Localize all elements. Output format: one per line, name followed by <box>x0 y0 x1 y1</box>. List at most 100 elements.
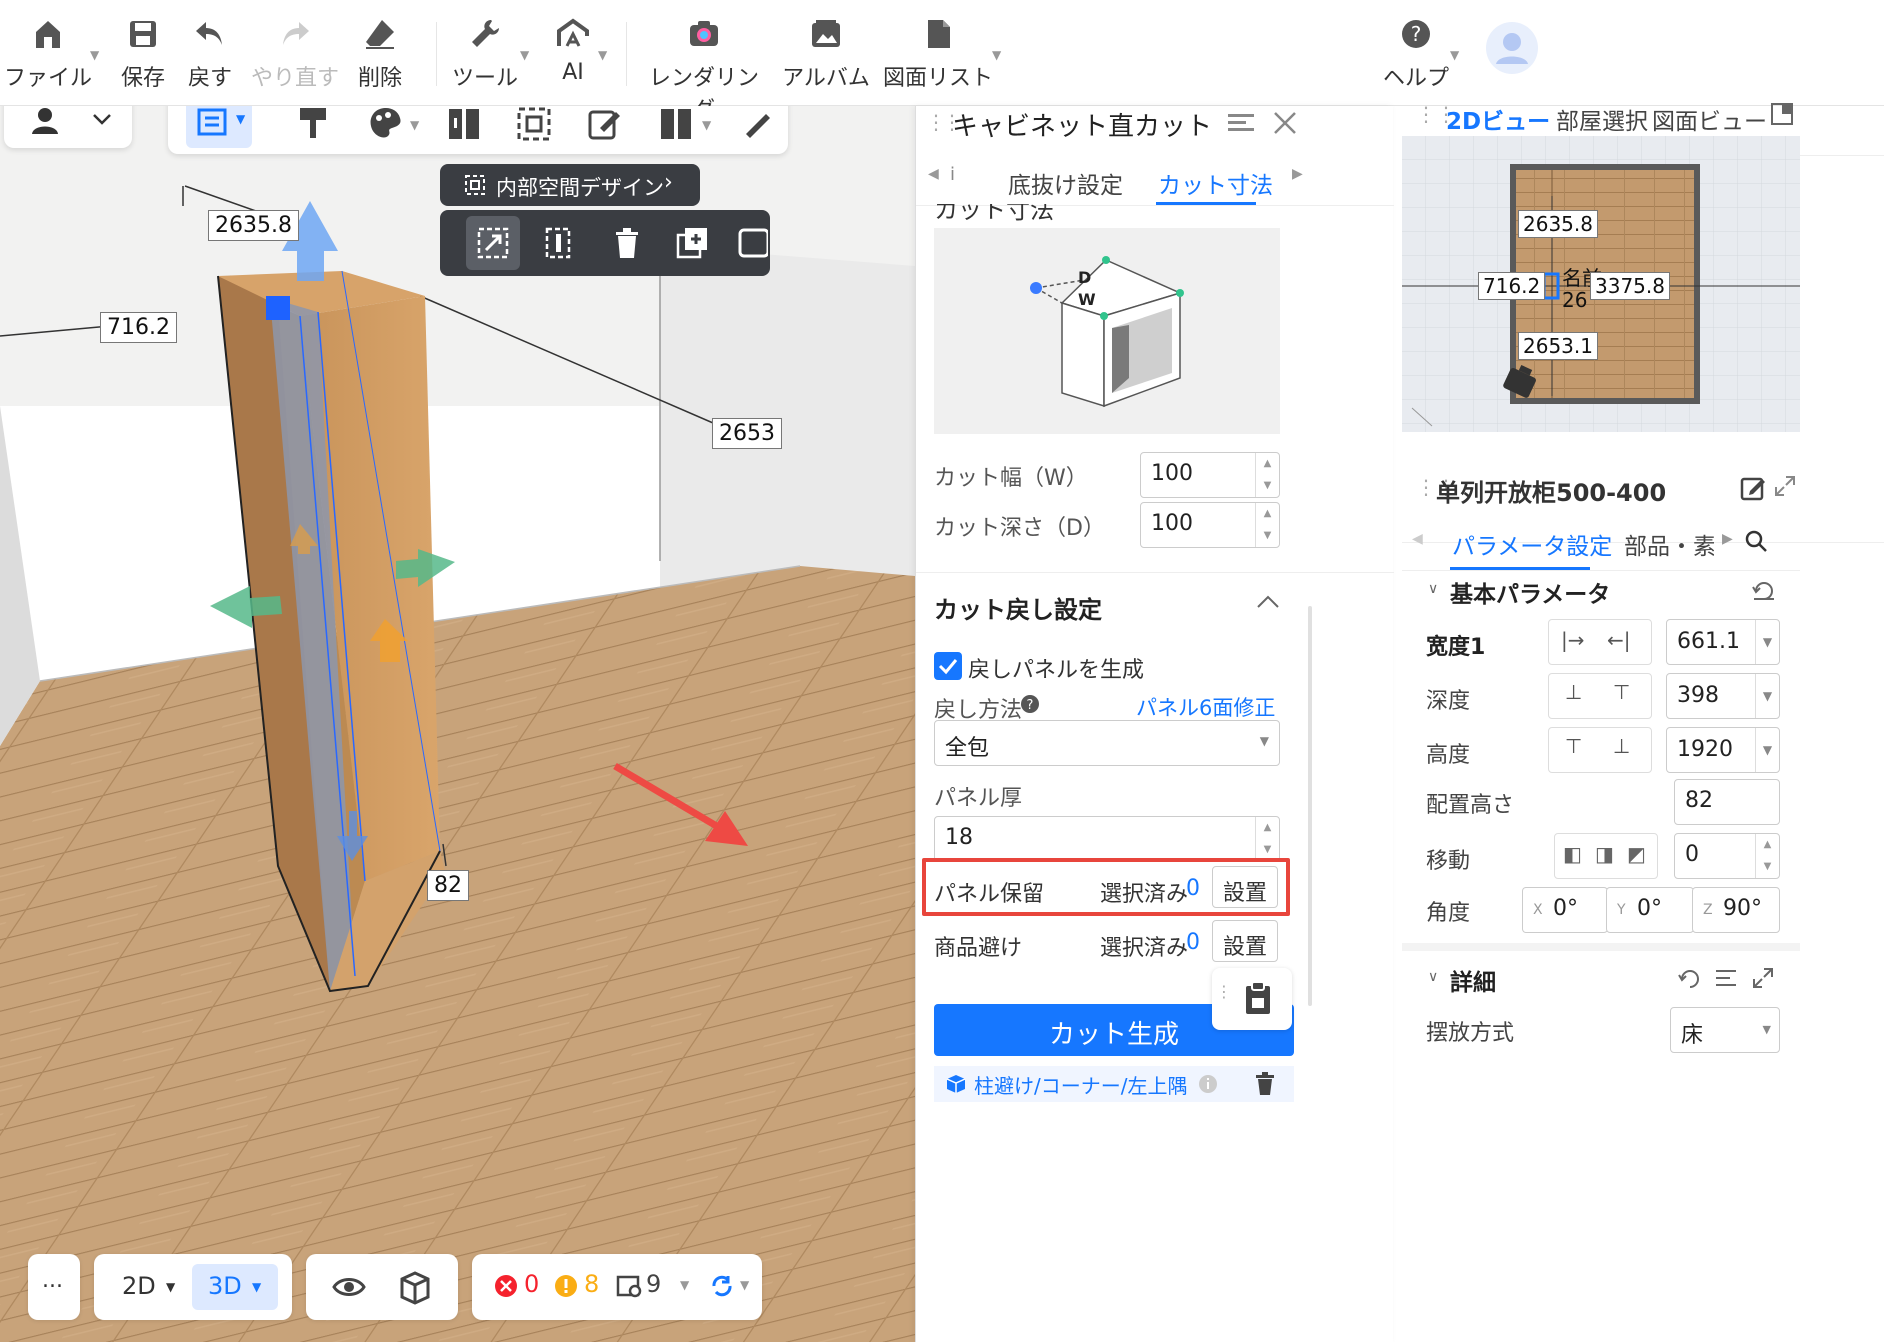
edit-icon[interactable] <box>1740 475 1766 501</box>
move-x-icon[interactable]: ◧ <box>1563 842 1582 866</box>
height-bottom-icon[interactable]: ⊥ <box>1613 734 1630 758</box>
close-icon[interactable] <box>1272 110 1298 136</box>
door-panel-icon[interactable] <box>656 106 696 144</box>
dim-label-top[interactable]: 2635.8 <box>208 210 299 241</box>
collapse-panel-icon[interactable] <box>1226 110 1256 134</box>
view-3d-button[interactable]: 3D ▼ <box>192 1264 278 1310</box>
search-icon[interactable] <box>1744 529 1768 553</box>
cut-depth-stepper[interactable]: ▲ ▼ <box>1255 503 1279 547</box>
help-circle-icon[interactable]: ? <box>1020 694 1040 714</box>
clipboard-float-button[interactable]: ⋮ <box>1212 968 1292 1030</box>
move-input[interactable]: 0 ▲ ▼ <box>1674 833 1780 879</box>
menu-ai[interactable]: AI <box>523 8 623 98</box>
2d-dim-left[interactable]: 716.2 <box>1478 272 1546 300</box>
angle-z-input[interactable]: Z 90° <box>1692 887 1780 933</box>
return-method-select[interactable]: 全包 ▼ <box>934 720 1280 766</box>
more-options-button[interactable]: ... <box>28 1254 80 1320</box>
item-list-icon[interactable] <box>616 1274 642 1298</box>
placement-select[interactable]: 床 ▼ <box>1670 1007 1780 1053</box>
height-select[interactable]: 1920 ▼ <box>1666 727 1780 773</box>
frame-select-icon[interactable] <box>514 106 554 144</box>
panel-thickness-input[interactable]: 18 ▲ ▼ <box>934 816 1280 862</box>
tab-cut-dimension[interactable]: カット寸法 <box>1158 166 1273 200</box>
menu-file[interactable]: ファイル <box>0 8 98 98</box>
tab-drawing-view[interactable]: 図面ビュー <box>1652 102 1767 136</box>
detail-expand-icon[interactable] <box>1752 967 1774 989</box>
cut-width-stepper[interactable]: ▲ ▼ <box>1255 453 1279 497</box>
footer-link[interactable]: 柱避け/コーナー/左上隅 <box>974 1070 1187 1099</box>
error-icon[interactable] <box>494 1274 518 1298</box>
tab-room-select[interactable]: 部屋選択 <box>1556 102 1648 136</box>
expand-icon[interactable] <box>1774 475 1796 497</box>
depth-select[interactable]: 398 ▼ <box>1666 673 1780 719</box>
place-height-input[interactable]: 82 <box>1674 779 1780 825</box>
detail-list-icon[interactable] <box>1714 967 1738 989</box>
generate-panel-checkbox[interactable] <box>934 652 962 680</box>
height-top-icon[interactable]: ⊤ <box>1565 734 1582 758</box>
cube-view-icon[interactable] <box>738 226 768 260</box>
info-icon[interactable] <box>1198 1074 1218 1094</box>
tab-scroll-right-icon[interactable]: ▶ <box>1292 166 1303 182</box>
sync-caret-icon[interactable]: ▼ <box>740 1278 749 1292</box>
props-tab-right-icon[interactable]: ▶ <box>1722 531 1733 547</box>
drawing-caret-icon[interactable]: ▼ <box>992 48 1001 62</box>
edit-note-icon[interactable] <box>584 106 624 144</box>
cut-depth-input[interactable]: 100 ▲ ▼ <box>1140 502 1280 548</box>
footer-trash-icon[interactable] <box>1254 1072 1276 1096</box>
basic-chevron-icon[interactable]: ∨ <box>1428 581 1438 597</box>
tab-bottom-setting[interactable]: 底抜け設定 <box>1008 166 1123 200</box>
trash-icon[interactable] <box>610 226 644 260</box>
menu-album[interactable]: アルバム <box>776 8 876 98</box>
panel-thickness-stepper[interactable]: ▲ ▼ <box>1255 817 1279 861</box>
angle-x-input[interactable]: X 0° <box>1522 887 1608 933</box>
tab-parameter-settings[interactable]: パラメータ設定 <box>1452 527 1612 561</box>
dim-label-right[interactable]: 2653 <box>712 418 782 449</box>
menu-drawing-list[interactable]: 図面リスト <box>876 8 1000 98</box>
box-view-icon[interactable] <box>398 1269 432 1305</box>
tab-parts-materials[interactable]: 部品・素材 <box>1624 527 1714 561</box>
user-selector[interactable] <box>4 106 132 148</box>
move-z-icon[interactable]: ◩ <box>1627 842 1646 866</box>
dim-label-bottom[interactable]: 82 <box>427 870 469 901</box>
tab-scroll-left-icon[interactable]: ◀ <box>928 166 939 182</box>
detail-chevron-icon[interactable]: ∨ <box>1428 969 1438 985</box>
view-2d-button[interactable]: 2D ▼ <box>108 1264 188 1310</box>
panel-keep-setting-button[interactable]: 設置 <box>1212 866 1278 908</box>
move-y-icon[interactable]: ◨ <box>1595 842 1614 866</box>
ai-caret-icon[interactable]: ▼ <box>598 48 607 62</box>
2d-dim-right[interactable]: 3375.8 <box>1590 272 1670 300</box>
split-door-icon[interactable] <box>444 106 484 144</box>
sync-icon[interactable] <box>710 1274 734 1298</box>
align-left-icon[interactable]: |→ <box>1561 628 1585 652</box>
avoid-product-setting-button[interactable]: 設置 <box>1212 920 1278 962</box>
window-toggle-icon[interactable] <box>1770 102 1794 126</box>
tab-2d-view[interactable]: 2Dビュー <box>1446 102 1550 136</box>
align-right-icon[interactable]: ←| <box>1607 628 1631 652</box>
depth-back-icon[interactable]: ⊤ <box>1613 680 1630 704</box>
dim-label-left[interactable]: 716.2 <box>100 312 177 343</box>
panel-fix-link[interactable]: パネル6面修正 <box>1136 692 1275 722</box>
cut-width-input[interactable]: 100 ▲ ▼ <box>1140 452 1280 498</box>
angle-y-input[interactable]: Y 0° <box>1606 887 1694 933</box>
palette-icon[interactable] <box>366 106 406 144</box>
duplicate-icon[interactable] <box>676 226 710 260</box>
list-tool-active[interactable]: ▼ <box>186 106 252 148</box>
door-caret-icon[interactable]: ▼ <box>702 118 711 132</box>
dimension-select-icon[interactable] <box>544 226 578 260</box>
help-caret-icon[interactable]: ▼ <box>1450 48 1459 62</box>
panel-scrollbar[interactable] <box>1308 606 1312 1006</box>
eye-icon[interactable] <box>332 1271 366 1303</box>
width-select[interactable]: 661.1 ▼ <box>1666 619 1780 665</box>
menu-render[interactable]: レンダリング <box>644 8 764 123</box>
resize-tool-active[interactable] <box>466 216 520 270</box>
brush-icon[interactable] <box>738 106 778 144</box>
status-caret-icon[interactable]: ▼ <box>680 1278 689 1292</box>
menu-delete[interactable]: 削除 <box>330 8 430 98</box>
user-avatar-icon[interactable] <box>1486 22 1538 74</box>
warning-icon[interactable] <box>554 1274 578 1298</box>
2d-dim-bottom[interactable]: 2653.1 <box>1518 332 1598 360</box>
chevron-up-icon[interactable] <box>1256 594 1280 610</box>
palette-caret-icon[interactable]: ▼ <box>410 118 419 132</box>
props-tab-left-icon[interactable]: ◀ <box>1412 531 1423 547</box>
interior-design-button[interactable]: 内部空間デザイン › <box>440 164 700 206</box>
